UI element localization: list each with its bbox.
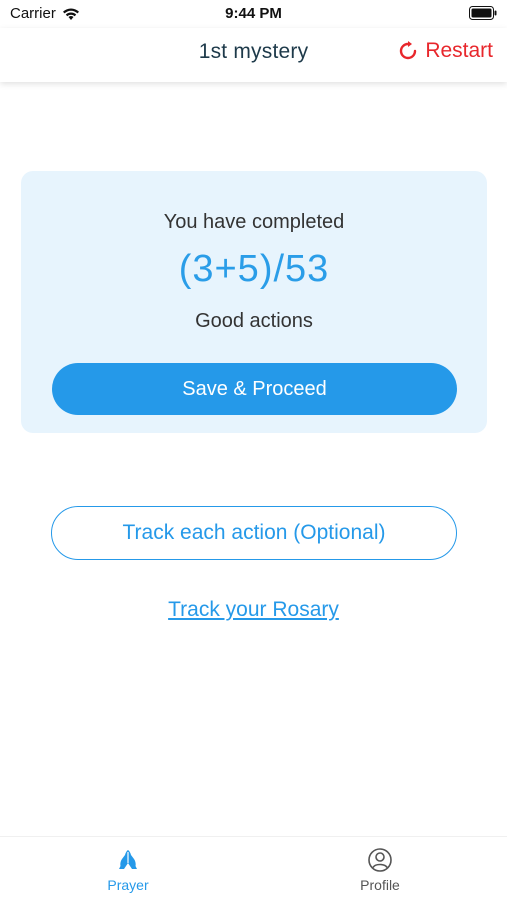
screen: Carrier 9:44 PM 1st mystery Restart You … xyxy=(0,0,507,900)
nav-header: 1st mystery Restart xyxy=(0,28,507,82)
status-time: 9:44 PM xyxy=(225,5,282,22)
user-circle-icon xyxy=(368,848,392,872)
good-actions-label: Good actions xyxy=(195,310,313,332)
status-bar: Carrier 9:44 PM xyxy=(0,0,507,28)
track-rosary-link[interactable]: Track your Rosary xyxy=(0,598,507,622)
praying-hands-icon xyxy=(119,850,137,869)
save-proceed-button[interactable]: Save & Proceed xyxy=(52,363,457,415)
track-each-action-button[interactable]: Track each action (Optional) xyxy=(51,506,457,560)
restart-button[interactable]: Restart xyxy=(398,39,493,63)
tab-prayer[interactable]: Prayer xyxy=(68,847,188,893)
restart-icon xyxy=(400,41,417,60)
progress-count: (3+5)/53 xyxy=(178,248,330,290)
tab-prayer-label: Prayer xyxy=(107,877,149,893)
tab-profile-label: Profile xyxy=(360,877,400,893)
tab-bar: Prayer Profile xyxy=(0,836,507,900)
battery-icon xyxy=(469,6,497,24)
tab-profile[interactable]: Profile xyxy=(320,847,440,893)
progress-card: You have completed (3+5)/53 Good actions… xyxy=(21,171,487,433)
restart-label: Restart xyxy=(425,39,493,62)
completed-label: You have completed xyxy=(163,211,345,233)
